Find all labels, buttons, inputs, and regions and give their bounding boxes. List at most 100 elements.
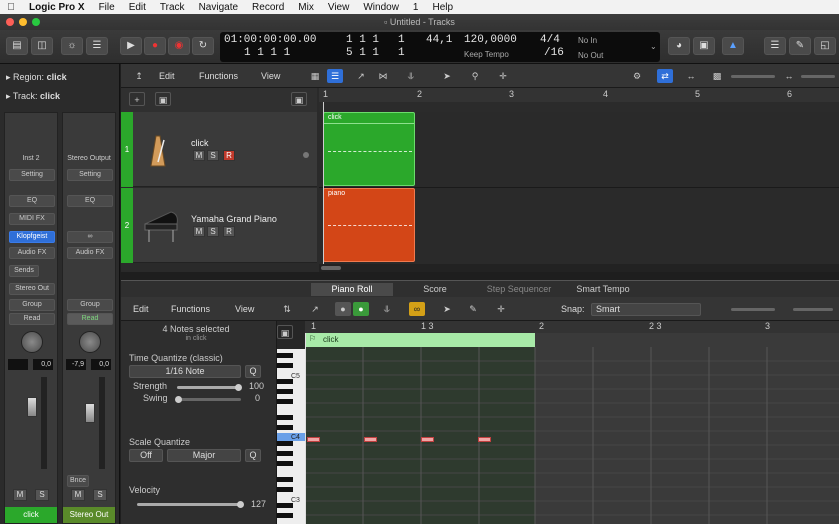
notepad-icon[interactable]: ✎: [789, 37, 811, 55]
record-button[interactable]: ◉: [168, 37, 190, 55]
menu-window[interactable]: Window: [356, 2, 406, 13]
collapse-icon[interactable]: ⇅: [279, 302, 295, 316]
fit-icon[interactable]: ▩: [709, 69, 725, 83]
track-name[interactable]: click: [191, 138, 209, 148]
marquee-tool-icon[interactable]: ✛: [495, 69, 511, 83]
setting-button[interactable]: Setting: [9, 169, 55, 181]
menu-view[interactable]: View: [321, 2, 357, 13]
menu-record[interactable]: Record: [245, 2, 291, 13]
menu-1[interactable]: 1: [406, 2, 426, 13]
eq-button[interactable]: EQ: [67, 195, 113, 207]
solo-button[interactable]: S: [207, 226, 219, 237]
solo-button[interactable]: S: [207, 150, 219, 161]
region-inspector-header[interactable]: ▸ Region: click: [6, 72, 67, 83]
menu-file[interactable]: File: [92, 2, 122, 13]
cycle-area[interactable]: [319, 102, 839, 112]
quantize-button[interactable]: Q: [245, 365, 261, 378]
output-slot[interactable]: Stereo Out: [9, 283, 55, 295]
edit-menu[interactable]: Edit: [159, 69, 175, 83]
link-icon[interactable]: ∞: [409, 302, 425, 316]
snap-icon[interactable]: ⥥: [403, 69, 419, 83]
track-options-icon[interactable]: ▣: [291, 92, 307, 106]
cycle-button[interactable]: ↻: [192, 37, 214, 55]
fader-handle[interactable]: [27, 397, 37, 417]
flex-icon[interactable]: ⋈: [375, 69, 391, 83]
chevron-down-icon[interactable]: ⌄: [650, 42, 657, 51]
scale-root-select[interactable]: Off: [129, 449, 163, 462]
browser-icon[interactable]: ◱: [814, 37, 836, 55]
region-piano[interactable]: piano: [323, 188, 415, 262]
audio-fx-slot[interactable]: Audio FX: [9, 247, 55, 259]
stop-button[interactable]: ●: [144, 37, 166, 55]
division[interactable]: /16: [544, 47, 564, 59]
play-button[interactable]: ▶: [120, 37, 142, 55]
zoom-tool-icon[interactable]: ⚲: [467, 69, 483, 83]
functions-menu[interactable]: Functions: [171, 302, 210, 316]
pan-knob[interactable]: [79, 331, 101, 353]
menu-help[interactable]: Help: [425, 2, 460, 13]
gear-icon[interactable]: ⚙: [629, 69, 645, 83]
bounce-button[interactable]: Bnce: [67, 475, 89, 487]
fader-handle[interactable]: [85, 403, 95, 423]
mute-button[interactable]: M: [71, 489, 85, 501]
scale-mode-select[interactable]: Major: [167, 449, 241, 462]
setting-button[interactable]: Setting: [67, 169, 113, 181]
volume-fader[interactable]: [73, 377, 107, 469]
global-tracks-icon[interactable]: ▣: [155, 92, 171, 106]
mute-button[interactable]: M: [193, 226, 205, 237]
apple-icon[interactable]: : [0, 2, 22, 13]
functions-menu[interactable]: Functions: [199, 69, 238, 83]
time-quantize-select[interactable]: 1/16 Note: [129, 365, 241, 378]
snap-select[interactable]: Smart: [591, 303, 701, 316]
library-icon[interactable]: ▤: [6, 37, 28, 55]
tab-piano-roll[interactable]: Piano Roll: [311, 283, 393, 296]
inspector-icon[interactable]: ◫: [31, 37, 53, 55]
swing-slider-handle[interactable]: [175, 396, 182, 403]
catch-icon[interactable]: ↗: [353, 69, 369, 83]
catch-icon[interactable]: ↗: [307, 302, 323, 316]
playhead[interactable]: [323, 102, 324, 264]
eq-button[interactable]: EQ: [9, 195, 55, 207]
list-editor-icon[interactable]: ☰: [764, 37, 786, 55]
menu-navigate[interactable]: Navigate: [192, 2, 245, 13]
instrument-slot[interactable]: Klopfgeist: [9, 231, 55, 243]
track-inspector-header[interactable]: ▸ Track: click: [6, 91, 60, 102]
playhead[interactable]: [305, 333, 306, 524]
midi-note[interactable]: [364, 437, 377, 442]
tab-smart-tempo[interactable]: Smart Tempo: [561, 283, 645, 296]
strength-slider-handle[interactable]: [235, 384, 242, 391]
horizontal-scrollbar[interactable]: [319, 264, 839, 272]
note-grid[interactable]: ⚐ click: [305, 333, 839, 524]
cpu-meter-icon[interactable]: ◕: [668, 37, 690, 55]
minimize-window-button[interactable]: [19, 18, 27, 26]
expand-icon[interactable]: ↔: [781, 69, 797, 83]
region-click[interactable]: click: [323, 112, 415, 186]
tab-score[interactable]: Score: [393, 283, 477, 296]
midi-note[interactable]: [307, 437, 320, 442]
lcd-display[interactable]: 01:00:00:00.00 1 1 1 1 1 1 1 5 1 1 1 1 4…: [220, 32, 660, 62]
bar-ruler[interactable]: 1 2 3 4 5 6: [319, 88, 839, 102]
mute-button[interactable]: M: [13, 489, 27, 501]
region-header[interactable]: ⚐ click: [305, 333, 535, 347]
strip-name[interactable]: click: [5, 507, 57, 523]
midi-out-icon[interactable]: ●: [353, 302, 369, 316]
record-enable-button[interactable]: R: [223, 226, 235, 237]
piano-roll-ruler[interactable]: 1 1 3 2 2 3 3: [305, 321, 839, 333]
view-menu[interactable]: View: [261, 69, 280, 83]
count-in-icon[interactable]: ▣: [693, 37, 715, 55]
zoom-window-button[interactable]: [32, 18, 40, 26]
audio-fx-slot[interactable]: Audio FX: [67, 247, 113, 259]
scrollbar-thumb[interactable]: [321, 266, 341, 270]
settings-icon[interactable]: ☼: [61, 37, 83, 55]
velocity-slider[interactable]: [137, 503, 241, 506]
pointer-tool-icon[interactable]: ➤: [439, 302, 455, 316]
vertical-zoom-slider[interactable]: [731, 75, 775, 78]
solo-button[interactable]: S: [35, 489, 49, 501]
add-track-icon[interactable]: +: [129, 92, 145, 106]
menu-mix[interactable]: Mix: [291, 2, 321, 13]
tab-step-sequencer[interactable]: Step Sequencer: [477, 283, 561, 296]
group-slot[interactable]: Group: [9, 299, 55, 311]
mute-button[interactable]: M: [193, 150, 205, 161]
pan-knob[interactable]: [21, 331, 43, 353]
track-header-click[interactable]: 1 click M S R: [121, 112, 317, 187]
